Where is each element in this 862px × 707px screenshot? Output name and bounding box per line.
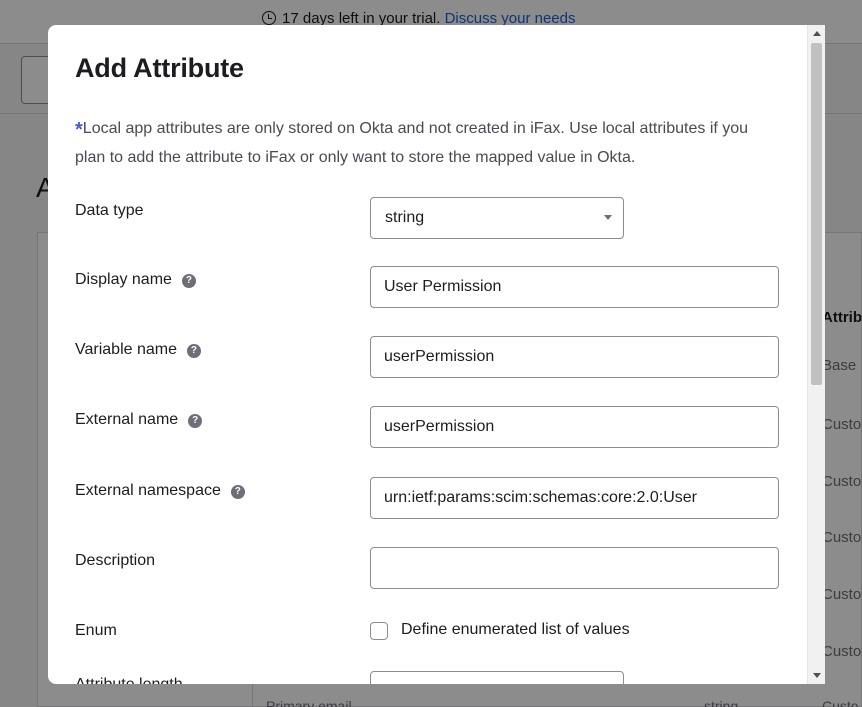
scroll-up-arrow-icon[interactable]: [813, 31, 821, 36]
attribute-length-label: Attribute length: [75, 676, 183, 684]
display-name-input[interactable]: [370, 266, 779, 308]
help-icon[interactable]: ?: [230, 485, 245, 499]
notice-text: Local app attributes are only stored on …: [75, 120, 749, 166]
variable-name-input[interactable]: [370, 336, 779, 378]
dialog-content: Add Attribute *Local app attributes are …: [48, 25, 807, 684]
variable-name-label-text: Variable name: [75, 341, 177, 358]
description-label: Description: [75, 552, 155, 570]
enum-label-text: Enum: [75, 622, 117, 639]
external-name-label-text: External name: [75, 411, 179, 428]
help-icon[interactable]: ?: [181, 274, 196, 288]
attribute-length-select[interactable]: [370, 671, 624, 684]
data-type-selected-value: string: [385, 209, 425, 226]
description-label-text: Description: [75, 552, 156, 569]
enum-checkbox-label[interactable]: Define enumerated list of values: [401, 621, 630, 639]
description-input[interactable]: [370, 547, 779, 589]
external-name-input[interactable]: [370, 406, 779, 448]
asterisk-icon: *: [75, 119, 83, 141]
enum-checkbox[interactable]: [370, 622, 388, 640]
data-type-label-text: Data type: [75, 202, 144, 219]
display-name-label-text: Display name: [75, 271, 172, 288]
add-attribute-dialog: Add Attribute *Local app attributes are …: [48, 25, 825, 684]
enum-label: Enum: [75, 622, 117, 640]
scrollbar-thumb[interactable]: [811, 43, 822, 385]
local-attributes-notice: *Local app attributes are only stored on…: [75, 115, 775, 171]
chevron-down-icon: [604, 215, 612, 220]
external-namespace-label: External namespace?: [75, 482, 245, 500]
display-name-label: Display name?: [75, 271, 196, 289]
help-icon[interactable]: ?: [188, 414, 203, 428]
external-namespace-input[interactable]: [370, 477, 779, 519]
external-name-label: External name?: [75, 411, 203, 429]
help-icon[interactable]: ?: [186, 344, 201, 358]
attribute-length-label-text: Attribute length: [75, 676, 183, 684]
external-namespace-label-text: External namespace: [75, 482, 221, 499]
dialog-scrollbar[interactable]: [807, 25, 825, 684]
data-type-label: Data type: [75, 202, 143, 220]
data-type-select[interactable]: string: [370, 197, 624, 239]
scroll-down-arrow-icon[interactable]: [813, 673, 821, 678]
dialog-title: Add Attribute: [75, 53, 244, 83]
variable-name-label: Variable name?: [75, 341, 201, 359]
